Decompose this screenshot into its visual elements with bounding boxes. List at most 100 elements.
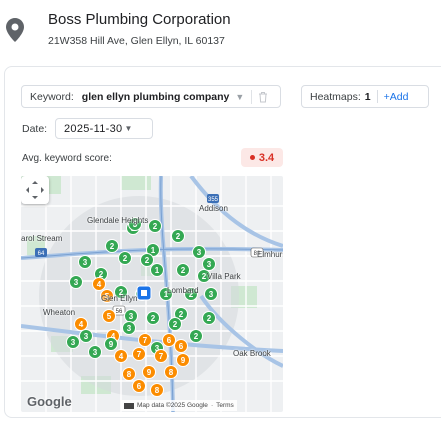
divider [251, 89, 253, 104]
rank-pin[interactable]: 6 [174, 339, 188, 353]
rank-pin-label: 3 [129, 312, 134, 321]
rank-pin[interactable]: 7 [138, 333, 152, 347]
rank-pin[interactable]: 2 [189, 329, 203, 343]
rank-pin-label: 1 [155, 266, 160, 275]
rank-pin-label: 3 [127, 324, 132, 333]
rank-pin-label: 3 [207, 260, 212, 269]
avg-score-badge: 3.4 [241, 148, 283, 167]
rank-pin[interactable]: 9 [142, 365, 156, 379]
road-shield-56: 56 [116, 309, 123, 315]
rank-pin-label: 7 [137, 350, 142, 359]
rank-pin[interactable]: 7 [132, 347, 146, 361]
rank-pin-label: 8 [155, 386, 160, 395]
rank-pin[interactable]: 6 [132, 379, 146, 393]
heatmaps-control: Heatmaps: 1 +Add [301, 85, 429, 108]
rank-pin[interactable]: 9 [104, 337, 118, 351]
rank-pin-label: 3 [84, 332, 89, 341]
rank-pin[interactable]: 4 [92, 277, 106, 291]
heatmaps-label: Heatmaps: [310, 90, 361, 103]
road-shield-355: 355 [208, 197, 219, 203]
rank-pin[interactable]: 8 [164, 365, 178, 379]
place-label: Wheaton [43, 308, 76, 317]
rank-pin-label: 5 [107, 312, 112, 321]
rank-pin-label: 2 [110, 242, 115, 251]
date-select[interactable]: 2025-11-30 ▼ [55, 118, 153, 139]
rank-pin[interactable]: 3 [66, 335, 80, 349]
rank-pin[interactable]: 6 [162, 333, 176, 347]
rank-pin[interactable]: 4 [114, 349, 128, 363]
rank-pin-label: 1 [151, 246, 156, 255]
terms-link[interactable]: Terms [216, 402, 234, 409]
keyword-value: glen ellyn plumbing company [81, 90, 230, 103]
rank-pin-label: 3 [93, 348, 98, 357]
map-base: 64 355 83 56 122123222122334221233224522… [21, 176, 283, 412]
date-value: 2025-11-30 [64, 122, 123, 135]
keyboard-shortcuts-icon[interactable] [124, 402, 134, 409]
rank-pin[interactable]: 2 [148, 219, 162, 233]
rank-pin[interactable]: 3 [88, 345, 102, 359]
place-label: Glen Ellyn [101, 294, 138, 303]
rank-pin[interactable]: 2 [105, 239, 119, 253]
rank-pin[interactable]: 1 [150, 263, 164, 277]
rank-pin[interactable]: 3 [124, 309, 138, 323]
business-header: Boss Plumbing Corporation 21W358 Hill Av… [0, 0, 441, 60]
rank-pin[interactable]: 2 [140, 253, 154, 267]
rank-pin[interactable]: 2 [146, 311, 160, 325]
rank-pin-label: 4 [119, 352, 124, 361]
rank-pin[interactable]: 4 [74, 317, 88, 331]
rank-pin-label: 6 [179, 342, 184, 351]
rank-pin-label: 9 [147, 368, 152, 377]
rank-pin-label: 3 [74, 278, 79, 287]
avg-score-value: 3.4 [258, 151, 275, 164]
business-address: 21W358 Hill Ave, Glen Ellyn, IL 60137 [48, 35, 225, 47]
score-dot-icon [249, 155, 255, 160]
date-label: Date: [22, 123, 48, 135]
rank-pin[interactable]: 7 [154, 349, 168, 363]
heatmap-map[interactable]: 64 355 83 56 122123222122334221233224522… [21, 176, 283, 412]
rank-pin-label: 6 [167, 336, 172, 345]
heatmap-card: Keyword: glen ellyn plumbing company ▼ H… [4, 66, 441, 418]
place-label: Glendale Heights [87, 216, 149, 225]
rank-pin-label: 3 [197, 248, 202, 257]
add-heatmap-button[interactable]: +Add [384, 91, 409, 103]
rank-pin-label: 8 [169, 368, 174, 377]
rank-pin-label: 6 [137, 382, 142, 391]
rank-pin[interactable]: 9 [176, 353, 190, 367]
rank-pin-label: 4 [97, 280, 102, 289]
google-logo: Google [27, 394, 72, 409]
rank-pin-label: 9 [181, 356, 186, 365]
rank-pin[interactable]: 3 [79, 329, 93, 343]
rank-pin-label: 2 [194, 332, 199, 341]
rank-pin[interactable]: 3 [122, 321, 136, 335]
rank-pin[interactable]: 2 [168, 317, 182, 331]
keyword-label: Keyword: [30, 90, 74, 103]
avg-score-label: Avg. keyword score: [22, 153, 112, 164]
rank-pin[interactable]: 3 [192, 245, 206, 259]
business-center-marker [136, 285, 152, 301]
trash-icon[interactable] [258, 91, 268, 103]
rank-pin[interactable]: 2 [118, 251, 132, 265]
place-label: Villa Park [207, 272, 241, 281]
rank-pin[interactable]: 8 [122, 367, 136, 381]
rank-pin[interactable]: 5 [102, 309, 116, 323]
rank-pin-label: 8 [127, 370, 132, 379]
rank-pin[interactable]: 2 [171, 229, 185, 243]
rank-pin[interactable]: 2 [176, 263, 190, 277]
rank-pin[interactable]: 3 [202, 257, 216, 271]
rank-pin-label: 9 [109, 340, 114, 349]
place-label: Elmhurst [257, 250, 283, 259]
heatmaps-count: 1 [364, 90, 371, 103]
rank-pin[interactable]: 3 [69, 275, 83, 289]
rank-pin-label: 7 [143, 336, 148, 345]
rank-pin[interactable]: 8 [150, 383, 164, 397]
rank-pin[interactable]: 2 [202, 311, 216, 325]
rank-pin-label: 3 [209, 290, 214, 299]
rank-pin-label: 2 [181, 266, 186, 275]
rank-pin[interactable]: 3 [78, 255, 92, 269]
rank-pin[interactable]: 3 [204, 287, 218, 301]
rank-pin-label: 7 [159, 352, 164, 361]
rank-pin-label: 2 [123, 254, 128, 263]
pan-control-icon[interactable] [21, 176, 49, 204]
keyword-select[interactable]: Keyword: glen ellyn plumbing company ▼ [21, 85, 281, 108]
rank-pin-label: 2 [207, 314, 212, 323]
